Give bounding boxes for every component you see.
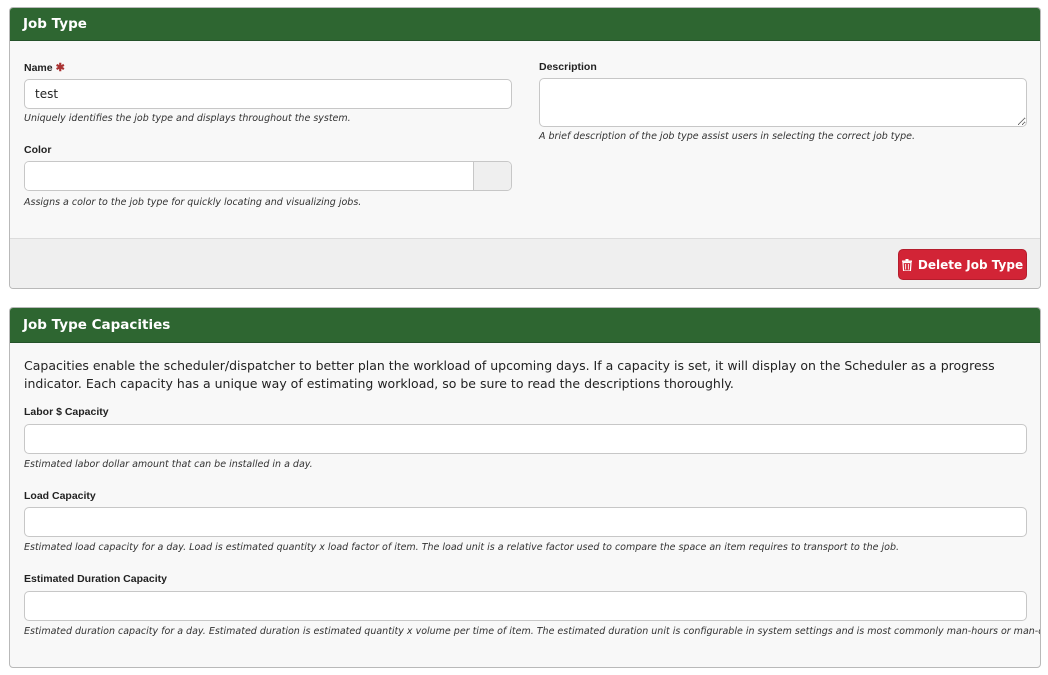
duration-capacity-help: Estimated duration capacity for a day. E… (24, 626, 1041, 637)
name-help: Uniquely identifies the job type and dis… (24, 113, 351, 124)
name-label-text: Name (24, 62, 53, 74)
color-swatch-button[interactable] (473, 162, 511, 190)
delete-job-type-label: Delete Job Type (917, 257, 1024, 272)
capacities-panel-title: Job Type Capacities (10, 308, 1040, 343)
labor-capacity-help: Estimated labor dollar amount that can b… (24, 459, 313, 470)
job-type-panel-footer: Delete Job Type (10, 238, 1040, 288)
capacities-intro: Capacities enable the scheduler/dispatch… (24, 358, 995, 391)
labor-capacity-label: Labor $ Capacity (24, 406, 109, 418)
capacities-panel-body: Capacities enable the scheduler/dispatch… (10, 343, 1040, 667)
color-help: Assigns a color to the job type for quic… (24, 197, 362, 208)
job-type-panel: Job Type Name✱ Uniquely identifies the j… (9, 7, 1041, 289)
color-label: Color (24, 144, 52, 156)
description-label: Description (539, 61, 597, 73)
load-capacity-input[interactable] (24, 507, 1027, 537)
color-input[interactable] (25, 162, 475, 190)
delete-job-type-button[interactable]: Delete Job Type (898, 249, 1027, 280)
description-help: A brief description of the job type assi… (539, 131, 916, 142)
duration-capacity-label: Estimated Duration Capacity (24, 573, 167, 585)
name-label: Name ✱ (24, 61, 65, 74)
load-capacity-label: Load Capacity (24, 490, 96, 502)
trash-icon (901, 258, 912, 271)
labor-capacity-input[interactable] (24, 424, 1027, 454)
job-type-panel-title: Job Type (10, 8, 1040, 41)
load-capacity-help: Estimated load capacity for a day. Load … (24, 542, 900, 553)
color-picker[interactable] (24, 161, 512, 191)
name-input[interactable] (24, 79, 512, 109)
duration-capacity-input[interactable] (24, 591, 1027, 621)
capacities-panel: Job Type Capacities Capacities enable th… (9, 307, 1041, 668)
required-icon: ✱ (55, 62, 65, 74)
description-textarea[interactable] (539, 78, 1027, 127)
